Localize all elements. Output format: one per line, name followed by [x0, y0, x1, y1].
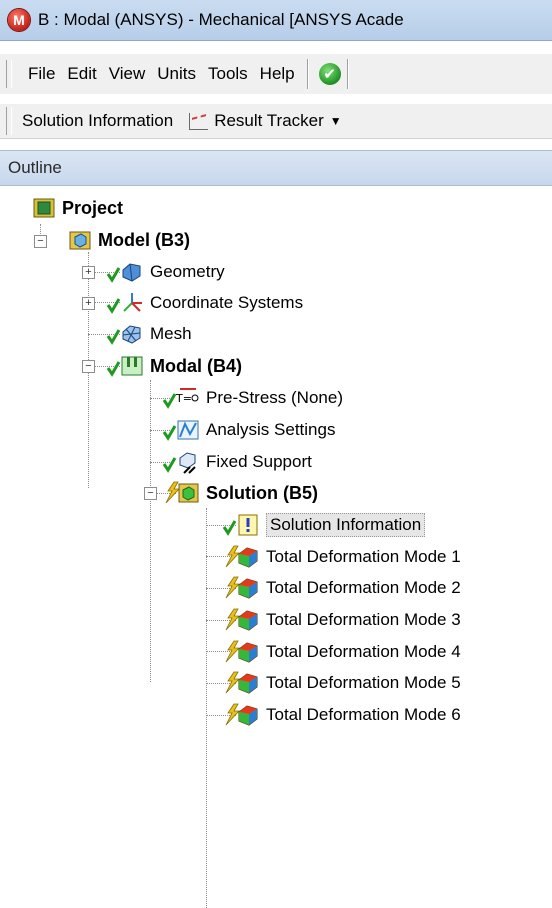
tree-label: Total Deformation Mode 5: [266, 673, 461, 692]
tree-label: Total Deformation Mode 3: [266, 610, 461, 629]
tree-item-pre-stress[interactable]: T= Pre-Stress (None): [162, 382, 343, 414]
tree-connector: [206, 508, 207, 908]
outline-tree: − + + − − Project Model (B3) Geometry Co…: [0, 190, 552, 908]
project-icon: [33, 198, 55, 218]
tree-label: Analysis Settings: [206, 420, 336, 439]
tree-connector: [150, 462, 170, 463]
tree-item-total-deformation-mode-1[interactable]: Total Deformation Mode 1: [225, 541, 461, 573]
tree-label: Model (B3): [98, 229, 190, 250]
tree-item-analysis-settings[interactable]: Analysis Settings: [162, 414, 336, 446]
result-tracker-label: Result Tracker: [214, 111, 324, 130]
menu-view[interactable]: View: [103, 64, 152, 84]
menu-file[interactable]: File: [22, 64, 61, 84]
solution-information-button[interactable]: Solution Information: [18, 111, 177, 131]
menu-units[interactable]: Units: [151, 64, 202, 84]
tree-connector: [150, 430, 170, 431]
tree-item-total-deformation-mode-3[interactable]: Total Deformation Mode 3: [225, 604, 461, 636]
tree-label: Pre-Stress (None): [206, 388, 343, 407]
collapse-modal-toggle[interactable]: −: [82, 360, 95, 373]
expand-geometry-toggle[interactable]: +: [82, 266, 95, 279]
outline-title: Outline: [8, 158, 62, 177]
result-tracker-button[interactable]: Result Tracker ▼: [177, 111, 345, 131]
total-deformation-icon: [225, 640, 258, 663]
mechanical-app-icon[interactable]: M: [8, 9, 30, 31]
tree-label: Total Deformation Mode 2: [266, 578, 461, 597]
tree-connector: [150, 380, 151, 682]
menu-help[interactable]: Help: [254, 64, 301, 84]
tree-label: Geometry: [150, 262, 225, 281]
tree-item-fixed-support[interactable]: Fixed Support: [162, 446, 312, 478]
total-deformation-icon: [225, 545, 258, 568]
modal-analysis-icon: [106, 356, 143, 377]
tree-label: Project: [62, 197, 124, 218]
tree-label: Fixed Support: [206, 452, 312, 471]
tree-item-mesh[interactable]: Mesh: [106, 318, 192, 350]
svg-text:T=: T=: [175, 392, 192, 405]
dropdown-arrow-icon[interactable]: ▼: [330, 114, 342, 128]
toolbar-separator: [346, 59, 349, 89]
coordinate-systems-icon: [106, 293, 142, 314]
window-title: B : Modal (ANSYS) - Mechanical [ANSYS Ac…: [38, 10, 404, 29]
chart-icon: [189, 112, 209, 130]
tree-item-coordinate-systems[interactable]: Coordinate Systems: [106, 287, 304, 319]
fixed-support-icon: [162, 452, 196, 474]
tree-item-total-deformation-mode-5[interactable]: Total Deformation Mode 5: [225, 667, 461, 699]
tree-label: Total Deformation Mode 4: [266, 642, 461, 661]
tree-label: Total Deformation Mode 1: [266, 547, 461, 566]
tree-label: Solution Information: [266, 513, 426, 537]
menu-bar: File Edit View Units Tools Help ✔: [0, 54, 552, 94]
toolbar-grip[interactable]: [6, 60, 12, 88]
solution-information-icon: [222, 514, 258, 536]
tree-label: Solution (B5): [206, 482, 318, 503]
expand-coordinate-systems-toggle[interactable]: +: [82, 297, 95, 310]
model-icon: [69, 231, 91, 250]
tree-item-geometry[interactable]: Geometry: [106, 256, 225, 288]
tree-item-model[interactable]: Model (B3): [68, 224, 190, 256]
analysis-settings-icon: [162, 420, 199, 441]
tree-item-project[interactable]: Project: [32, 192, 123, 224]
tree-label: Coordinate Systems: [150, 293, 304, 312]
collapse-solution-toggle[interactable]: −: [144, 487, 157, 500]
geometry-icon: [106, 263, 141, 283]
tree-label: Total Deformation Mode 6: [266, 705, 461, 724]
pre-stress-icon: T=: [162, 388, 199, 409]
solve-check-icon[interactable]: ✔: [318, 63, 341, 85]
menu-tools[interactable]: Tools: [202, 64, 254, 84]
tree-item-solution[interactable]: Solution (B5): [165, 477, 318, 509]
toolbar-separator: [306, 59, 309, 89]
solution-icon: [165, 481, 199, 504]
total-deformation-icon: [225, 703, 258, 726]
menu-edit[interactable]: Edit: [61, 64, 102, 84]
collapse-model-toggle[interactable]: −: [34, 235, 47, 248]
total-deformation-icon: [225, 576, 258, 599]
context-toolbar: Solution Information Result Tracker ▼: [0, 104, 552, 139]
tree-item-solution-information[interactable]: Solution Information: [222, 509, 426, 541]
tree-label: Mesh: [150, 324, 192, 343]
tree-item-total-deformation-mode-4[interactable]: Total Deformation Mode 4: [225, 636, 461, 668]
total-deformation-icon: [225, 671, 258, 694]
tree-item-total-deformation-mode-6[interactable]: Total Deformation Mode 6: [225, 699, 461, 731]
tree-item-total-deformation-mode-2[interactable]: Total Deformation Mode 2: [225, 572, 461, 604]
tree-label: Modal (B4): [150, 355, 242, 376]
title-bar: M B : Modal (ANSYS) - Mechanical [ANSYS …: [0, 0, 552, 41]
mesh-icon: [106, 325, 141, 345]
tree-item-modal[interactable]: Modal (B4): [106, 350, 242, 382]
toolbar-grip[interactable]: [6, 107, 12, 135]
outline-panel-header: Outline: [0, 150, 552, 186]
tree-connector: [150, 398, 170, 399]
total-deformation-icon: [225, 608, 258, 631]
